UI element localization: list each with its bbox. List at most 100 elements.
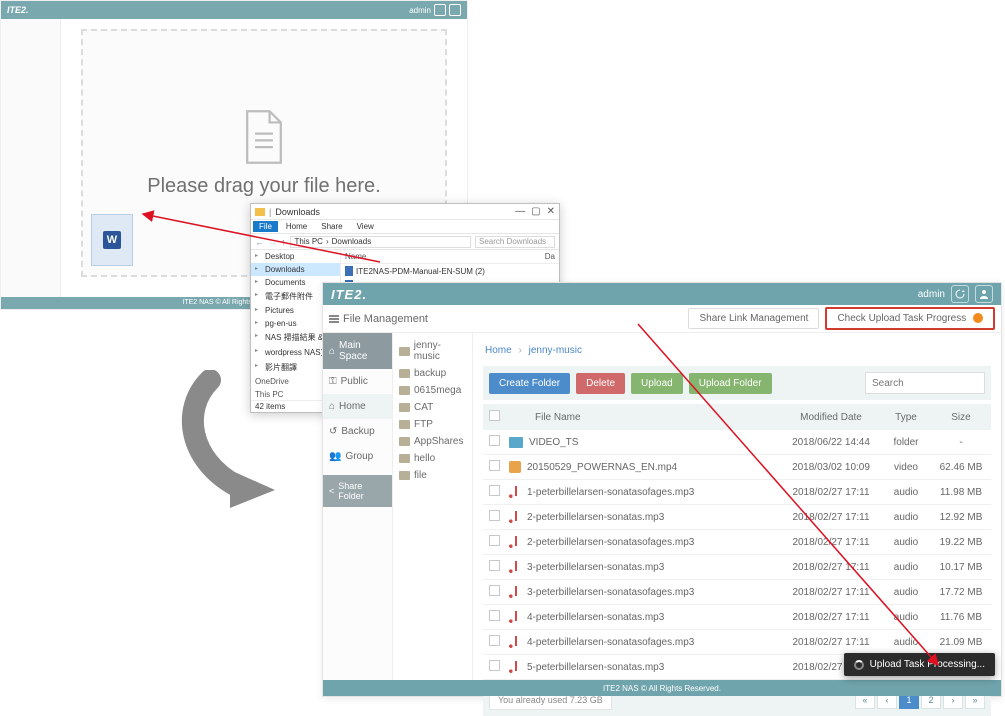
up-icon[interactable]: ↑ <box>281 237 286 247</box>
forward-icon[interactable]: → <box>268 237 277 247</box>
folder-item[interactable]: backup <box>393 365 472 382</box>
minimize-icon[interactable]: ― <box>515 206 525 217</box>
share-link-button[interactable]: Share Link Management <box>688 308 819 329</box>
close-icon[interactable]: ✕ <box>547 206 555 217</box>
col-date[interactable]: Da <box>545 252 555 261</box>
audio-icon <box>509 586 521 598</box>
file-management-label: File Management <box>329 313 428 325</box>
video-icon <box>509 461 521 473</box>
table-row[interactable]: 3-peterbillelarsen-sonatas.mp32018/02/27… <box>483 555 991 580</box>
share-folder-button[interactable]: <Share Folder <box>323 475 392 507</box>
tab-file[interactable]: File <box>253 221 278 232</box>
explorer-titlebar[interactable]: | Downloads ― ▢ ✕ <box>251 204 559 220</box>
file-type: audio <box>881 530 931 555</box>
user-icon[interactable] <box>975 285 993 303</box>
refresh-icon[interactable] <box>951 285 969 303</box>
table-row[interactable]: 20150529_POWERNAS_EN.mp42018/03/02 10:09… <box>483 455 991 480</box>
file-name: 4-peterbillelarsen-sonatas.mp3 <box>527 612 664 623</box>
folder-item[interactable]: FTP <box>393 416 472 433</box>
file-date: 2018/02/27 17:11 <box>781 605 881 630</box>
list-item[interactable]: ITE2NAS-PDM-Manual-EN-SUM (2) <box>341 264 559 278</box>
user-label: admin <box>409 6 431 15</box>
folder-icon <box>399 471 410 480</box>
folder-item[interactable]: CAT <box>393 399 472 416</box>
tab-home[interactable]: ⌂Home <box>323 394 392 419</box>
file-name: 4-peterbillelarsen-sonatasofages.mp3 <box>527 637 694 648</box>
row-checkbox[interactable] <box>489 610 500 621</box>
tab-group[interactable]: 👥Group <box>323 444 392 469</box>
table-row[interactable]: 2-peterbillelarsen-sonatasofages.mp3 2018… <box>483 530 991 555</box>
file-size: 17.72 MB <box>931 580 991 605</box>
tab-share[interactable]: Share <box>315 221 348 232</box>
select-all-checkbox[interactable] <box>489 410 500 421</box>
maximize-icon[interactable]: ▢ <box>531 206 540 217</box>
tab-home[interactable]: Home <box>280 221 313 232</box>
row-checkbox[interactable] <box>489 510 500 521</box>
tab-public[interactable]: ⚿Public <box>323 369 392 394</box>
folder-icon <box>399 454 410 463</box>
refresh-icon[interactable] <box>434 4 446 16</box>
row-checkbox[interactable] <box>489 435 500 446</box>
file-size: 21.09 MB <box>931 630 991 655</box>
check-upload-button[interactable]: Check Upload Task Progress <box>825 307 995 330</box>
tab-main-space[interactable]: ⌂Main Space <box>323 333 392 369</box>
folder-sidebar: jenny-music backup 0615mega CAT FTP AppS… <box>393 333 473 680</box>
app-toolbar: File Management Share Link Management Ch… <box>323 305 1001 333</box>
row-checkbox[interactable] <box>489 635 500 646</box>
dropzone-message: Please drag your file here. <box>147 175 380 198</box>
col-size[interactable]: Size <box>931 404 991 430</box>
upload-folder-button[interactable]: Upload Folder <box>689 373 772 394</box>
file-size: 19.22 MB <box>931 530 991 555</box>
search-input[interactable] <box>865 372 985 394</box>
row-checkbox[interactable] <box>489 560 500 571</box>
file-type: video <box>881 455 931 480</box>
row-checkbox[interactable] <box>489 585 500 596</box>
upload-toast[interactable]: Upload Task Processing... <box>844 653 995 676</box>
table-row[interactable]: VIDEO_TS2018/06/22 14:44folder- <box>483 430 991 455</box>
row-checkbox[interactable] <box>489 460 500 471</box>
folder-item[interactable]: jenny-music <box>393 337 472 365</box>
crumb-thispc[interactable]: This PC <box>295 237 323 246</box>
back-icon[interactable]: ← <box>255 237 264 247</box>
address-crumbs[interactable]: This PC› Downloads <box>290 236 472 248</box>
delete-button[interactable]: Delete <box>576 373 625 394</box>
table-row[interactable]: 2-peterbillelarsen-sonatas.mp32018/02/27… <box>483 505 991 530</box>
flow-arrow-icon <box>180 370 290 510</box>
user-label: admin <box>918 289 945 300</box>
col-type[interactable]: Type <box>881 404 931 430</box>
crumb-home[interactable]: Home <box>485 345 512 356</box>
explorer-search[interactable]: Search Downloads <box>475 236 555 248</box>
row-checkbox[interactable] <box>489 485 500 496</box>
crumb-downloads[interactable]: Downloads <box>332 237 372 246</box>
tab-backup[interactable]: ↺Backup <box>323 419 392 444</box>
row-checkbox[interactable] <box>489 535 500 546</box>
folder-item[interactable]: 0615mega <box>393 382 472 399</box>
file-name: 20150529_POWERNAS_EN.mp4 <box>527 462 677 473</box>
public-icon: ⚿ <box>329 376 337 387</box>
user-icon[interactable] <box>449 4 461 16</box>
table-row[interactable]: 4-peterbillelarsen-sonatas.mp3 2018/02/27… <box>483 605 991 630</box>
folder-item[interactable]: hello <box>393 450 472 467</box>
nav-item[interactable]: Desktop <box>251 250 340 263</box>
create-folder-button[interactable]: Create Folder <box>489 373 570 394</box>
file-date: 2018/02/27 17:11 <box>781 530 881 555</box>
brand-logo: ITE2. <box>7 5 29 15</box>
table-row[interactable]: 1-peterbillelarsen-sonatasofages.mp32018… <box>483 480 991 505</box>
col-modified[interactable]: Modified Date <box>781 404 881 430</box>
folder-item[interactable]: AppShares <box>393 433 472 450</box>
tab-view[interactable]: View <box>351 221 380 232</box>
table-row[interactable]: 3-peterbillelarsen-sonatasofages.mp32018… <box>483 580 991 605</box>
col-name[interactable]: Name <box>345 252 545 261</box>
nav-item[interactable]: Downloads <box>251 263 340 276</box>
upload-button[interactable]: Upload <box>631 373 683 394</box>
row-checkbox[interactable] <box>489 660 500 671</box>
table-row[interactable]: 4-peterbillelarsen-sonatasofages.mp32018… <box>483 630 991 655</box>
document-icon <box>241 109 287 165</box>
breadcrumb: Home › jenny-music <box>485 345 991 356</box>
file-name: 3-peterbillelarsen-sonatas.mp3 <box>527 562 664 573</box>
col-filename[interactable]: File Name <box>505 404 781 430</box>
folder-item[interactable]: file <box>393 467 472 484</box>
dragged-file-thumbnail[interactable]: W <box>91 214 133 266</box>
crumb-current[interactable]: jenny-music <box>529 345 582 356</box>
file-name: 2-peterbillelarsen-sonatasofages.mp3 <box>527 537 694 548</box>
